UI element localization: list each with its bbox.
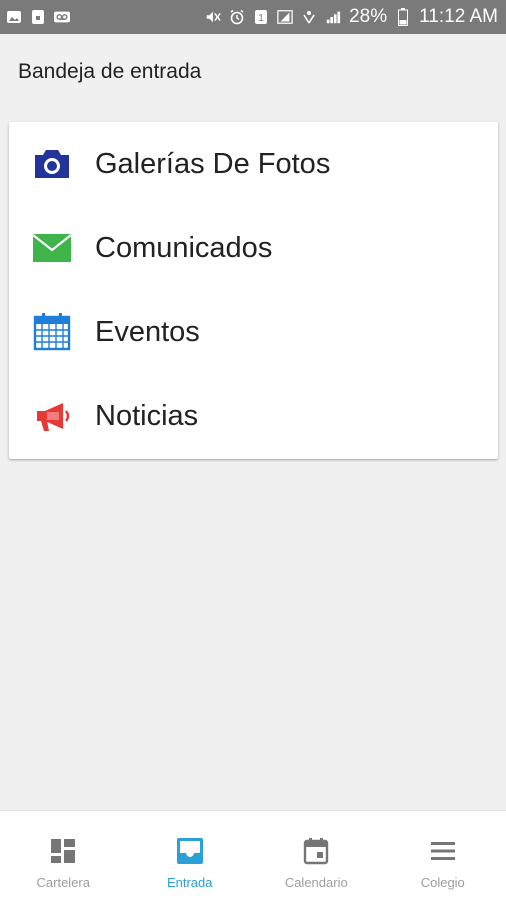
menu-icon [427, 835, 459, 867]
battery-icon [395, 8, 411, 26]
alarm-icon [229, 9, 245, 25]
page-title: Bandeja de entrada [18, 60, 202, 83]
menu-item-eventos[interactable]: Eventos [9, 290, 498, 374]
dashboard-icon [47, 835, 79, 867]
menu-card: Galerías De Fotos Comunicados Eventos No… [9, 122, 498, 459]
signal-icon [325, 9, 341, 25]
screen: 1 28% 11:12 AM Bandeja de entrada Galerí… [0, 0, 506, 900]
menu-item-galerias[interactable]: Galerías De Fotos [9, 122, 498, 206]
nav-label: Colegio [420, 875, 465, 890]
image-icon [6, 9, 22, 25]
nav-label: Calendario [284, 875, 348, 890]
camera-icon [31, 143, 73, 185]
calendar-icon [300, 835, 332, 867]
nav-colegio[interactable]: Colegio [380, 811, 506, 900]
menu-item-label: Comunicados [95, 231, 273, 264]
sim-icon: 1 [253, 9, 269, 25]
menu-item-label: Noticias [95, 399, 199, 432]
nav-calendario[interactable]: Calendario [253, 811, 380, 900]
nav-label: Cartelera [36, 875, 90, 890]
nav-entrada[interactable]: Entrada [127, 811, 254, 900]
clock: 11:12 AM [419, 6, 498, 27]
status-bar: 1 28% 11:12 AM [0, 0, 506, 34]
menu-item-label: Galerías De Fotos [95, 147, 331, 180]
nav-cartelera[interactable]: Cartelera [0, 811, 127, 900]
sim-slot-text: 1 [258, 13, 264, 24]
signal-icon [277, 9, 293, 25]
bottom-navigation: Cartelera Entrada Calendario Colegio [0, 810, 506, 900]
wifi-icon [301, 9, 317, 25]
menu-item-noticias[interactable]: Noticias [9, 374, 498, 458]
calendar-icon [31, 311, 73, 353]
status-bar-left [6, 9, 70, 25]
nav-label: Entrada [166, 875, 213, 890]
status-bar-right: 1 28% 11:12 AM [205, 6, 498, 28]
battery-percent: 28% [349, 6, 388, 27]
menu-item-label: Eventos [95, 315, 200, 348]
lock-icon [30, 9, 46, 25]
menu-item-comunicados[interactable]: Comunicados [9, 206, 498, 290]
megaphone-icon [31, 395, 73, 437]
voicemail-icon [54, 9, 70, 25]
mute-icon [205, 9, 221, 25]
inbox-icon [174, 835, 206, 867]
envelope-icon [31, 227, 73, 269]
